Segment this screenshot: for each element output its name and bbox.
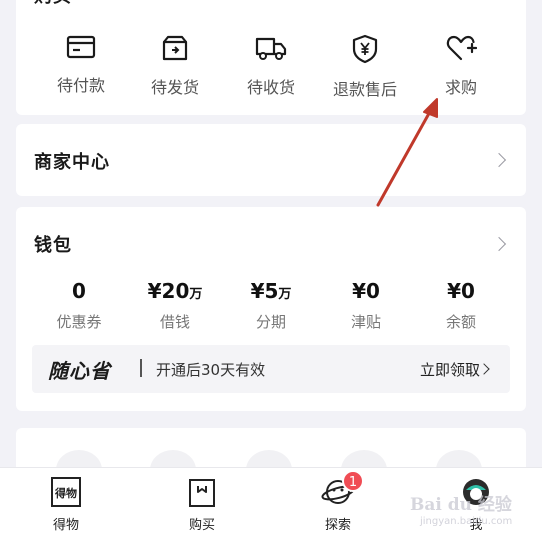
wallet-item-balance[interactable]: ¥0 余额 xyxy=(416,279,506,332)
promo-divider xyxy=(140,359,142,377)
order-refund-aftersale[interactable]: 退款售后 xyxy=(320,34,410,100)
wallet-title: 钱包 xyxy=(34,235,72,256)
watermark-url: jingyan.baidu.com xyxy=(420,516,513,527)
tab-buy[interactable]: 购买 xyxy=(162,476,242,533)
merchant-center-row[interactable]: 商家中心 xyxy=(16,124,526,196)
box-icon xyxy=(162,35,188,61)
wallet-label: 优惠券 xyxy=(56,313,102,331)
card-icon xyxy=(66,35,96,59)
order-label: 待收货 xyxy=(246,78,295,97)
chevron-right-icon xyxy=(478,363,490,375)
wallet-value: ¥5万 xyxy=(250,279,292,303)
orders-title: 购买 xyxy=(34,0,72,8)
tab-explore[interactable]: 1 探索 xyxy=(298,470,378,533)
order-label: 求购 xyxy=(444,78,477,97)
wallet-item-allowance[interactable]: ¥0 津贴 xyxy=(321,279,411,332)
merchant-center-title: 商家中心 xyxy=(34,152,110,173)
tab-dewu[interactable]: 得物 得物 xyxy=(26,476,106,533)
wallet-value: ¥0 xyxy=(447,279,475,303)
wallet-value: ¥0 xyxy=(352,279,380,303)
order-pending-payment[interactable]: 待付款 xyxy=(36,34,126,96)
tab-label: 购买 xyxy=(188,518,215,533)
wallet-label: 余额 xyxy=(445,313,476,331)
heart-plus-icon xyxy=(446,35,477,61)
wallet-label: 分期 xyxy=(255,313,286,331)
order-label: 待发货 xyxy=(150,78,199,97)
orders-card: 购买 待付款 待发货 待收货 退款售后 xyxy=(16,0,526,115)
promo-banner[interactable]: 随心省 开通后30天有效 立即领取 xyxy=(32,345,510,393)
promo-logo: 随心省 xyxy=(48,359,111,383)
wallet-label: 津贴 xyxy=(350,313,381,331)
truck-icon xyxy=(255,37,287,60)
order-label: 退款售后 xyxy=(332,80,397,99)
notification-badge: 1 xyxy=(342,470,364,492)
shield-yen-icon xyxy=(352,34,378,64)
order-pending-receipt[interactable]: 待收货 xyxy=(226,34,316,98)
promo-claim-link[interactable]: 立即领取 xyxy=(420,359,480,380)
chevron-right-icon[interactable] xyxy=(491,236,507,252)
order-label: 待付款 xyxy=(56,76,105,95)
promo-description: 开通后30天有效 xyxy=(156,361,266,379)
order-pending-shipment[interactable]: 待发货 xyxy=(130,34,220,98)
tab-label: 探索 xyxy=(324,518,351,533)
wallet-item-coupons[interactable]: 0 优惠券 xyxy=(34,279,124,332)
wallet-item-loan[interactable]: ¥20万 借钱 xyxy=(130,279,220,332)
watermark-logo: Bai du 经验 xyxy=(410,495,512,515)
svg-text:得物: 得物 xyxy=(54,486,77,500)
wallet-card: 钱包 0 优惠券 ¥20万 借钱 ¥5万 分期 ¥0 津贴 ¥0 余额 随心省 … xyxy=(16,207,526,411)
chevron-right-icon xyxy=(491,152,507,168)
order-want-to-buy[interactable]: 求购 xyxy=(416,34,506,98)
wallet-value: 0 xyxy=(72,279,86,303)
shopping-bag-icon xyxy=(189,479,215,507)
wallet-value: ¥20万 xyxy=(147,279,203,303)
tab-label: 得物 xyxy=(52,518,79,533)
wallet-item-installment[interactable]: ¥5万 分期 xyxy=(226,279,316,332)
wallet-label: 借钱 xyxy=(159,313,190,331)
dewu-logo-icon: 得物 xyxy=(51,477,81,507)
